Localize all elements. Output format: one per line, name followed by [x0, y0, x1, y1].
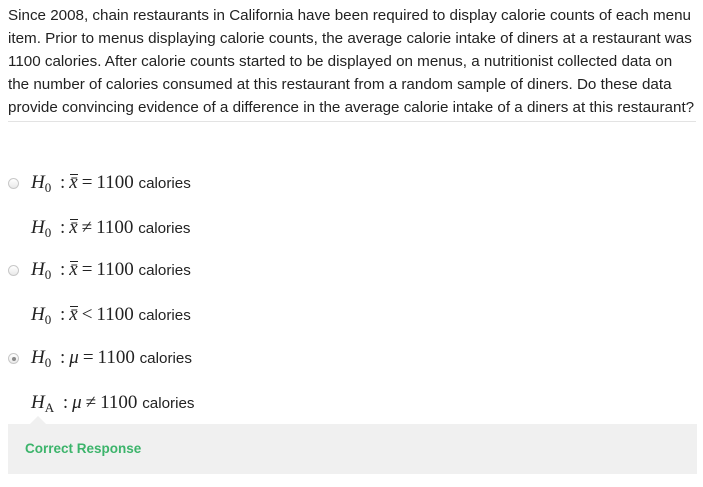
- choice-3-alt-hypothesis: HA : μ ≠ 1100 calories: [8, 381, 698, 426]
- choice-3-null-expression: H0 : μ = 1100 calories: [31, 346, 192, 370]
- correct-response-label: Correct Response: [25, 441, 142, 456]
- feedback-panel: Correct Response: [8, 416, 697, 474]
- choice-3-null-hypothesis: H0 : μ = 1100 calories: [8, 336, 698, 381]
- choice-3-radio[interactable]: [8, 353, 19, 364]
- choice-2-alt-expression: H0 : x̄ <1100 calories: [31, 303, 191, 327]
- choice-1-alt-hypothesis: H0 : x̄ ≠ 1100 calories: [8, 206, 698, 251]
- choice-1-alt-expression: H0 : x̄ ≠ 1100 calories: [31, 216, 191, 240]
- question-prompt: Since 2008, chain restaurants in Califor…: [8, 4, 696, 122]
- choice-1-null-expression: H0 : x̄ = 1100 calories: [31, 171, 191, 195]
- choice-1-radio[interactable]: [8, 178, 19, 189]
- choice-3-alt-expression: HA : μ ≠ 1100 calories: [31, 391, 195, 415]
- question-text: Since 2008, chain restaurants in Califor…: [8, 7, 695, 116]
- choice-2-null-expression: H0 : x̄ = 1100 calories: [31, 258, 191, 282]
- choice-2-null-hypothesis: H0 : x̄ = 1100 calories: [8, 248, 698, 293]
- choice-2-radio[interactable]: [8, 265, 19, 276]
- answer-choice-2[interactable]: H0 : x̄ = 1100 calories H0 : x̄ <1100 calorie…: [8, 248, 698, 338]
- answer-choice-1[interactable]: H0 : x̄ = 1100 calories H0 : x̄ ≠ 1100 calorie…: [8, 161, 698, 251]
- choice-2-alt-hypothesis: H0 : x̄ <1100 calories: [8, 293, 698, 338]
- choice-1-null-hypothesis: H0 : x̄ = 1100 calories: [8, 161, 698, 206]
- answer-choice-3[interactable]: H0 : μ = 1100 calories HA : μ ≠ 1100 calories: [8, 336, 698, 426]
